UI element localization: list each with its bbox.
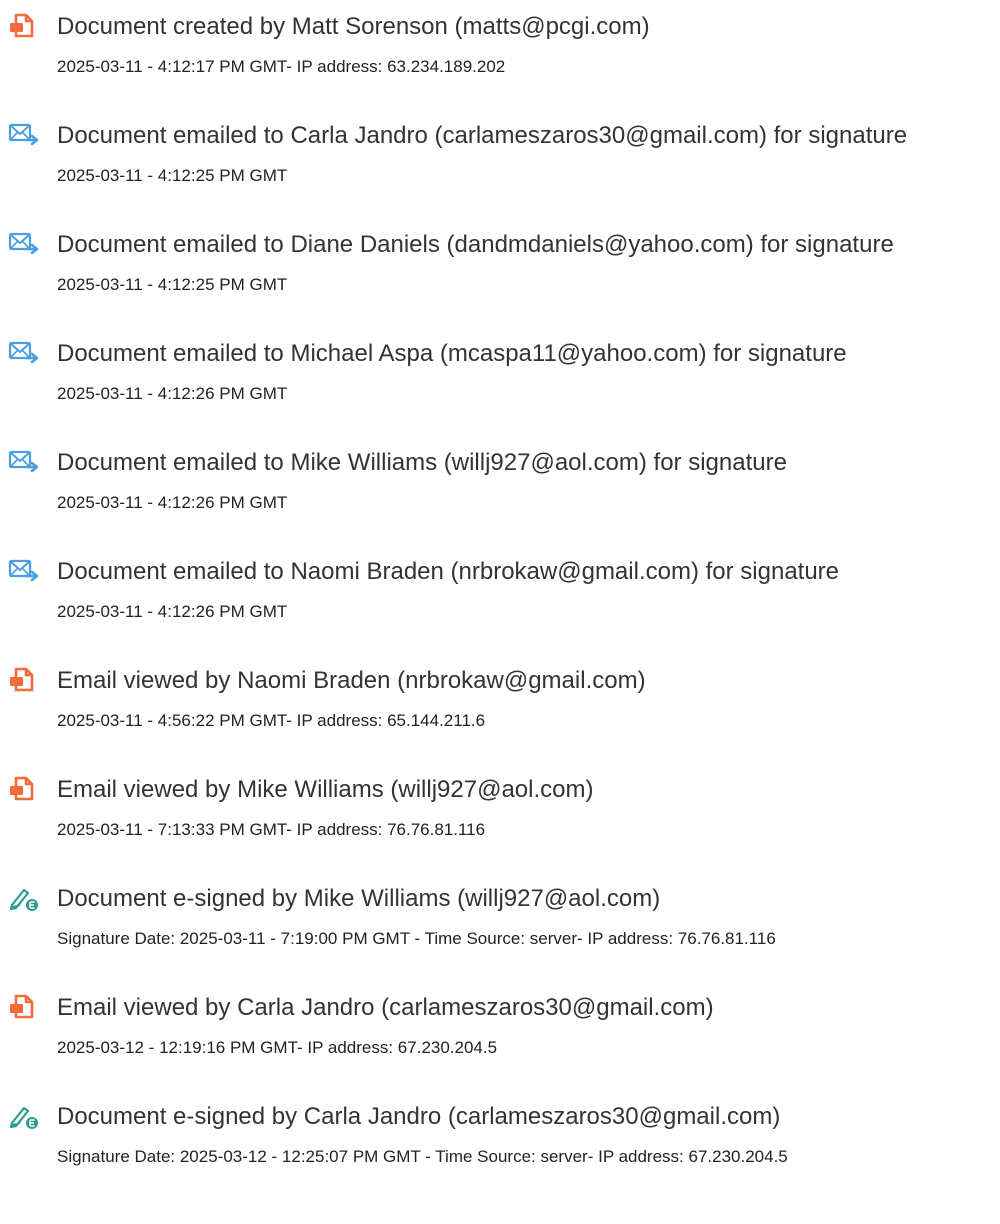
event-detail: 2025-03-11 - 4:12:25 PM GMT <box>57 166 288 185</box>
audit-event: Email viewed by Naomi Braden (nrbrokaw@g… <box>0 666 1000 730</box>
event-title: Email viewed by Naomi Braden (nrbrokaw@g… <box>57 667 646 694</box>
event-title: Document emailed to Carla Jandro (carlam… <box>57 122 908 149</box>
event-title: Document emailed to Michael Aspa (mcaspa… <box>57 340 847 367</box>
event-title: Document created by Matt Sorenson (matts… <box>57 13 650 40</box>
event-title: Email viewed by Carla Jandro (carlamesza… <box>57 994 714 1021</box>
event-title: Document e-signed by Carla Jandro (carla… <box>57 1103 781 1130</box>
document-created-icon <box>8 12 40 40</box>
audit-event: Document e-signed by Carla Jandro (carla… <box>0 1102 1000 1166</box>
event-title: Document emailed to Diane Daniels (dandm… <box>57 231 894 258</box>
audit-event: Email viewed by Carla Jandro (carlamesza… <box>0 993 1000 1057</box>
document-viewed-icon <box>8 666 40 694</box>
document-viewed-icon <box>8 775 40 803</box>
email-sent-icon <box>8 230 40 258</box>
audit-event: Document emailed to Naomi Braden (nrbrok… <box>0 557 1000 621</box>
event-detail: 2025-03-11 - 4:12:26 PM GMT <box>57 602 288 621</box>
audit-event: Document emailed to Carla Jandro (carlam… <box>0 121 1000 185</box>
event-detail: Signature Date: 2025-03-11 - 7:19:00 PM … <box>57 929 776 948</box>
event-detail: Signature Date: 2025-03-12 - 12:25:07 PM… <box>57 1147 788 1166</box>
email-sent-icon <box>8 557 40 585</box>
event-title: Document e-signed by Mike Williams (will… <box>57 885 661 912</box>
event-detail: 2025-03-11 - 4:56:22 PM GMT- IP address:… <box>57 711 486 730</box>
audit-event: Document emailed to Michael Aspa (mcaspa… <box>0 339 1000 403</box>
audit-event: Document created by Matt Sorenson (matts… <box>0 12 1000 76</box>
event-title: Email viewed by Mike Williams (willj927@… <box>57 776 594 803</box>
e-signed-icon <box>8 1102 40 1130</box>
event-detail: 2025-03-11 - 4:12:26 PM GMT <box>57 493 288 512</box>
event-title: Document emailed to Naomi Braden (nrbrok… <box>57 558 840 585</box>
audit-event: Email viewed by Mike Williams (willj927@… <box>0 775 1000 839</box>
email-sent-icon <box>8 448 40 476</box>
audit-event: Document emailed to Mike Williams (willj… <box>0 448 1000 512</box>
event-detail: 2025-03-11 - 4:12:26 PM GMT <box>57 384 288 403</box>
event-detail: 2025-03-11 - 7:13:33 PM GMT- IP address:… <box>57 820 486 839</box>
event-detail: 2025-03-11 - 4:12:25 PM GMT <box>57 275 288 294</box>
e-signed-icon <box>8 884 40 912</box>
email-sent-icon <box>8 339 40 367</box>
event-detail: 2025-03-11 - 4:12:17 PM GMT- IP address:… <box>57 57 506 76</box>
event-detail: 2025-03-12 - 12:19:16 PM GMT- IP address… <box>57 1038 498 1057</box>
email-sent-icon <box>8 121 40 149</box>
audit-event: Document e-signed by Mike Williams (will… <box>0 884 1000 948</box>
event-title: Document emailed to Mike Williams (willj… <box>57 449 787 476</box>
document-viewed-icon <box>8 993 40 1021</box>
audit-event: Document emailed to Diane Daniels (dandm… <box>0 230 1000 294</box>
